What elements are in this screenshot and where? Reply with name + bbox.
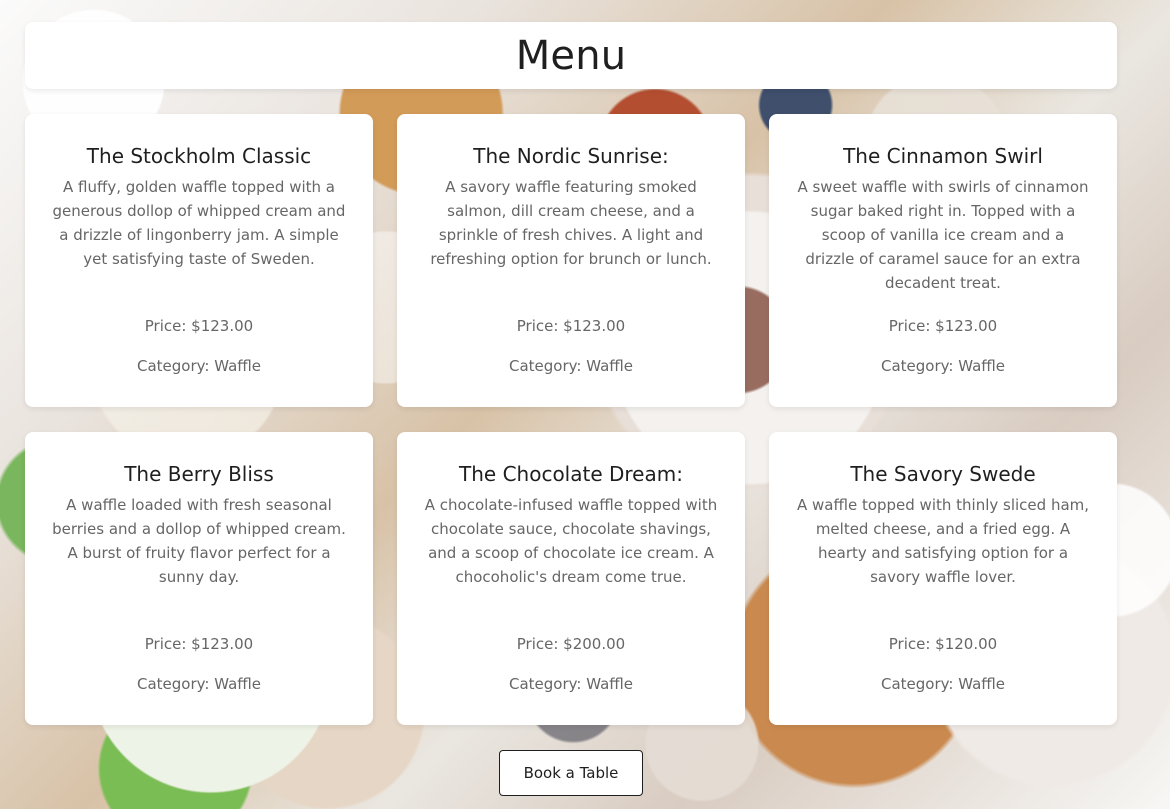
menu-item-category: Category: Waffle	[508, 357, 634, 375]
menu-item-price: Price: $123.00	[144, 317, 254, 335]
menu-item-description: A sweet waffle with swirls of cinnamon s…	[797, 178, 1089, 292]
menu-item-category: Category: Waffle	[880, 675, 1006, 693]
menu-item-description: A savory waffle featuring smoked salmon,…	[430, 178, 712, 268]
menu-header: Menu	[25, 22, 1117, 89]
menu-page: Menu The Stockholm Classic A fluffy, gol…	[0, 0, 1170, 809]
menu-item-title: The Savory Swede	[850, 462, 1036, 486]
menu-item-title: The Cinnamon Swirl	[843, 144, 1043, 168]
menu-item-title: The Stockholm Classic	[86, 144, 312, 168]
menu-item-description: A waffle loaded with fresh seasonal berr…	[52, 496, 346, 586]
menu-item-description: A fluffy, golden waffle topped with a ge…	[52, 178, 346, 268]
page-title: Menu	[515, 32, 627, 79]
menu-card-cinnamon-swirl: The Cinnamon Swirl A sweet waffle with s…	[769, 114, 1117, 407]
menu-card-stockholm-classic: The Stockholm Classic A fluffy, golden w…	[25, 114, 373, 407]
menu-item-title: The Nordic Sunrise:	[473, 144, 669, 168]
menu-item-category: Category: Waffle	[880, 357, 1006, 375]
menu-item-price: Price: $123.00	[888, 317, 998, 335]
menu-item-price: Price: $120.00	[888, 635, 998, 653]
menu-item-price: Price: $200.00	[516, 635, 626, 653]
menu-item-title: The Berry Bliss	[124, 462, 274, 486]
menu-card-nordic-sunrise: The Nordic Sunrise: A savory waffle feat…	[397, 114, 745, 407]
menu-item-category: Category: Waffle	[508, 675, 634, 693]
menu-card-berry-bliss: The Berry Bliss A waffle loaded with fre…	[25, 432, 373, 725]
menu-item-title: The Chocolate Dream:	[459, 462, 683, 486]
book-table-button[interactable]: Book a Table	[499, 750, 643, 796]
menu-card-savory-swede: The Savory Swede A waffle topped with th…	[769, 432, 1117, 725]
menu-item-category: Category: Waffle	[136, 357, 262, 375]
menu-item-category: Category: Waffle	[136, 675, 262, 693]
menu-item-description: A chocolate-infused waffle topped with c…	[424, 496, 718, 586]
menu-grid: The Stockholm Classic A fluffy, golden w…	[25, 114, 1117, 725]
menu-item-price: Price: $123.00	[516, 317, 626, 335]
menu-card-chocolate-dream: The Chocolate Dream: A chocolate-infused…	[397, 432, 745, 725]
menu-item-description: A waffle topped with thinly sliced ham, …	[796, 496, 1090, 586]
menu-item-price: Price: $123.00	[144, 635, 254, 653]
